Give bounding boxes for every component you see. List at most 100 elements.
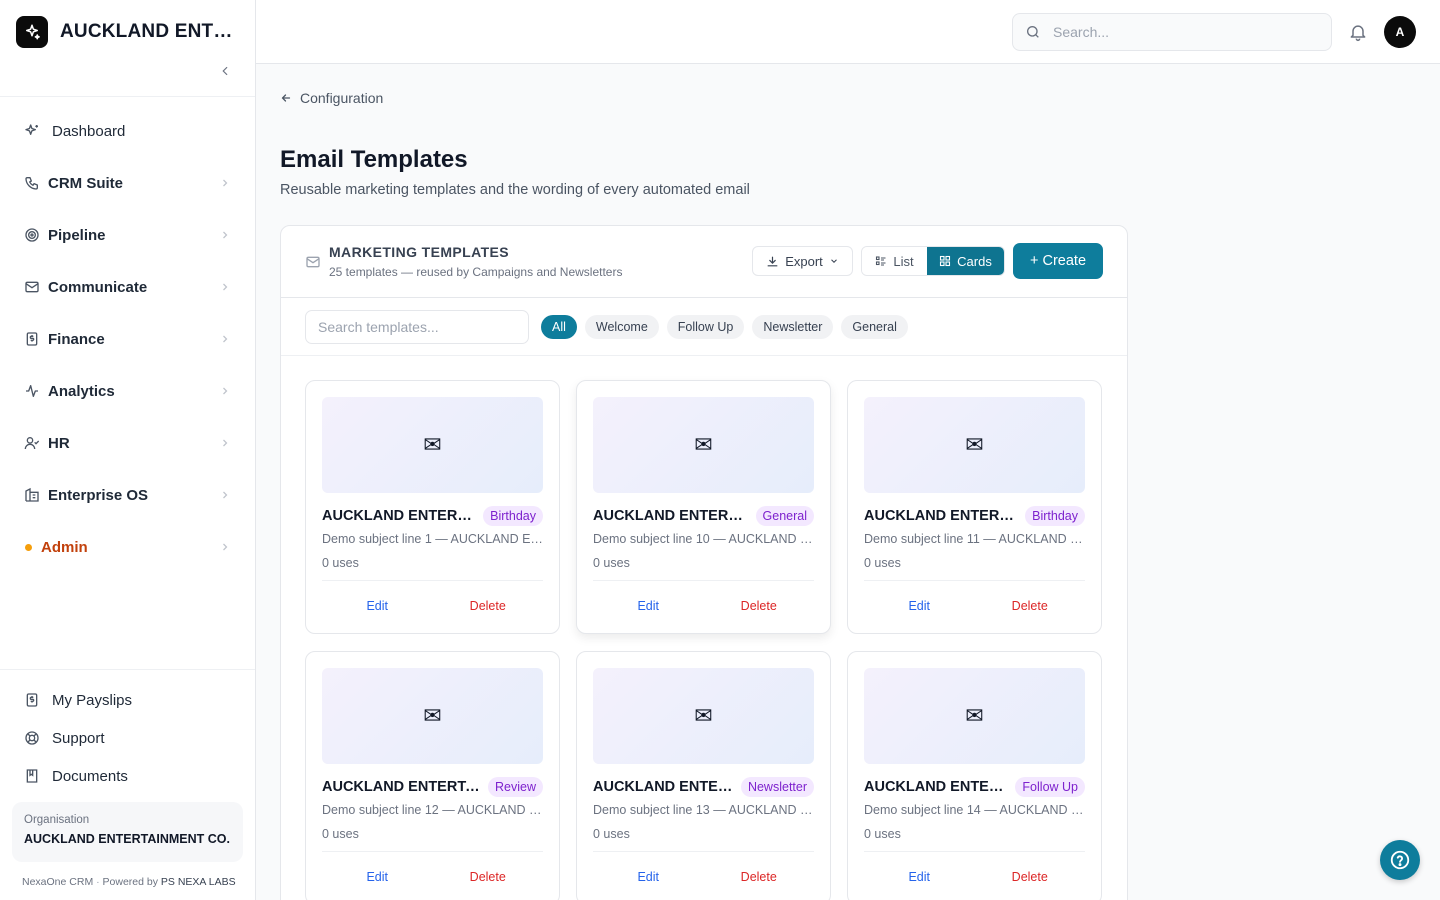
template-subject: Demo subject line 1 — AUCKLAND ENTERTAIN… bbox=[322, 532, 543, 546]
filter-chip-general[interactable]: General bbox=[841, 315, 908, 339]
sidebar-item-analytics[interactable]: Analytics bbox=[12, 365, 243, 417]
sidebar-item-crm-suite[interactable]: CRM Suite bbox=[12, 157, 243, 209]
delete-button[interactable]: Delete bbox=[433, 852, 544, 900]
user-avatar[interactable]: A bbox=[1384, 16, 1416, 48]
sidebar-divider bbox=[0, 669, 255, 670]
collapse-sidebar-chevron-icon[interactable] bbox=[214, 60, 236, 82]
sidebar-bottom-links: My Payslips Support Documents bbox=[12, 681, 243, 795]
sidebar-item-label: HR bbox=[48, 434, 70, 452]
template-card[interactable]: ✉ AUCKLAND ENTERTAINMENT CO. Follow Up D… bbox=[847, 651, 1102, 900]
delete-button[interactable]: Delete bbox=[433, 581, 544, 630]
breadcrumb-label: Configuration bbox=[300, 90, 384, 106]
edit-button[interactable]: Edit bbox=[322, 581, 433, 630]
sidebar-item-label: Enterprise OS bbox=[48, 486, 149, 504]
panel-title: MARKETING TEMPLATES bbox=[329, 244, 510, 260]
life-buoy-icon bbox=[24, 730, 40, 746]
template-subject: Demo subject line 14 — AUCKLAND ENTERTAI… bbox=[864, 803, 1085, 817]
card-actions: Edit Delete bbox=[864, 851, 1085, 900]
chevron-down-icon bbox=[829, 256, 839, 266]
filter-chips: All Welcome Follow Up Newsletter General bbox=[541, 315, 908, 339]
edit-button[interactable]: Edit bbox=[593, 852, 704, 900]
chevron-right-icon bbox=[219, 385, 231, 397]
organisation-switcher[interactable]: Organisation AUCKLAND ENTERTAINMENT CO. bbox=[12, 802, 243, 862]
arrow-left-icon bbox=[280, 92, 292, 104]
grid-icon bbox=[939, 255, 951, 267]
card-actions: Edit Delete bbox=[864, 580, 1085, 630]
payslip-icon bbox=[24, 692, 40, 708]
chevron-right-icon bbox=[219, 437, 231, 449]
sidebar-link-support[interactable]: Support bbox=[12, 719, 243, 757]
template-name: AUCKLAND ENTERTAINMENT CO. bbox=[322, 508, 476, 524]
powered-by-footer: NexaOne CRM · Powered by PS NEXA LABS bbox=[22, 876, 236, 888]
building-icon bbox=[24, 487, 40, 503]
sidebar-item-enterprise-os[interactable]: Enterprise OS bbox=[12, 469, 243, 521]
brand[interactable]: AUCKLAND ENTERTAINMENT CO. bbox=[16, 16, 240, 48]
company-name: PS NEXA LABS bbox=[160, 876, 236, 888]
filter-chip-newsletter[interactable]: Newsletter bbox=[752, 315, 834, 339]
category-badge: General bbox=[755, 506, 814, 526]
template-card[interactable]: ✉ AUCKLAND ENTERTAINMENT CO. Newsletter … bbox=[576, 651, 831, 900]
global-search[interactable] bbox=[1012, 13, 1332, 51]
delete-button[interactable]: Delete bbox=[975, 852, 1086, 900]
template-name: AUCKLAND ENTERTAINMENT CO. bbox=[864, 779, 1008, 795]
sidebar-divider bbox=[0, 96, 255, 97]
mail-icon bbox=[24, 279, 40, 295]
template-uses: 0 uses bbox=[322, 556, 359, 570]
receipt-icon bbox=[24, 331, 40, 347]
search-input[interactable] bbox=[1053, 24, 1313, 40]
template-card[interactable]: ✉ AUCKLAND ENTERTAINMENT CO. Birthday De… bbox=[305, 380, 560, 634]
sidebar-item-pipeline[interactable]: Pipeline bbox=[12, 209, 243, 261]
sidebar-item-dashboard[interactable]: Dashboard bbox=[12, 105, 243, 157]
filter-chip-all[interactable]: All bbox=[541, 315, 577, 339]
edit-button[interactable]: Edit bbox=[322, 852, 433, 900]
mail-icon bbox=[305, 254, 321, 270]
template-subject: Demo subject line 13 — AUCKLAND ENTERTAI… bbox=[593, 803, 814, 817]
delete-button[interactable]: Delete bbox=[975, 581, 1086, 630]
edit-button[interactable]: Edit bbox=[864, 852, 975, 900]
export-button[interactable]: Export bbox=[752, 246, 853, 276]
filter-chip-welcome[interactable]: Welcome bbox=[584, 315, 659, 339]
sidebar-link-documents[interactable]: Documents bbox=[12, 757, 243, 795]
activity-icon bbox=[24, 383, 40, 399]
list-view-button[interactable]: List bbox=[862, 247, 927, 275]
chevron-right-icon bbox=[219, 177, 231, 189]
panel-header: MARKETING TEMPLATES 25 templates — reuse… bbox=[281, 226, 1127, 298]
card-actions: Edit Delete bbox=[322, 580, 543, 630]
template-card[interactable]: ✉ AUCKLAND ENTERTAINMENT CO. Birthday De… bbox=[847, 380, 1102, 634]
help-icon[interactable] bbox=[1380, 840, 1420, 880]
edit-button[interactable]: Edit bbox=[864, 581, 975, 630]
sidebar-item-admin[interactable]: Admin bbox=[12, 521, 243, 573]
topbar: A bbox=[256, 0, 1440, 64]
sparkles-icon bbox=[24, 123, 40, 139]
sidebar-item-label: CRM Suite bbox=[48, 174, 123, 192]
sidebar-item-communicate[interactable]: Communicate bbox=[12, 261, 243, 313]
phone-icon bbox=[24, 175, 40, 191]
sidebar-item-label: Finance bbox=[48, 330, 105, 348]
sidebar-item-finance[interactable]: Finance bbox=[12, 313, 243, 365]
delete-button[interactable]: Delete bbox=[704, 852, 815, 900]
filter-chip-follow-up[interactable]: Follow Up bbox=[666, 315, 745, 339]
bell-icon[interactable] bbox=[1348, 22, 1368, 42]
target-icon bbox=[24, 227, 40, 243]
back-to-configuration-link[interactable]: Configuration bbox=[280, 90, 383, 106]
edit-button[interactable]: Edit bbox=[593, 581, 704, 630]
list-icon bbox=[875, 255, 887, 267]
template-card[interactable]: ✉ AUCKLAND ENTERTAINMENT CO. Review Demo… bbox=[305, 651, 560, 900]
cards-view-button[interactable]: Cards bbox=[927, 247, 1004, 275]
sidebar-link-my-payslips[interactable]: My Payslips bbox=[12, 681, 243, 719]
delete-button[interactable]: Delete bbox=[704, 581, 815, 630]
envelope-icon: ✉ bbox=[593, 668, 814, 764]
sidebar-item-hr[interactable]: HR bbox=[12, 417, 243, 469]
template-card[interactable]: ✉ AUCKLAND ENTERTAINMENT CO. General Dem… bbox=[576, 380, 831, 634]
create-template-button[interactable]: + Create bbox=[1013, 243, 1103, 279]
chevron-right-icon bbox=[219, 489, 231, 501]
template-subject: Demo subject line 12 — AUCKLAND ENTERTAI… bbox=[322, 803, 543, 817]
card-actions: Edit Delete bbox=[322, 851, 543, 900]
category-badge: Review bbox=[488, 777, 543, 797]
template-uses: 0 uses bbox=[593, 556, 630, 570]
template-search-input[interactable] bbox=[305, 310, 529, 344]
list-label: List bbox=[893, 253, 914, 269]
card-actions: Edit Delete bbox=[593, 580, 814, 630]
chevron-right-icon bbox=[219, 333, 231, 345]
sidebar-item-label: Analytics bbox=[48, 382, 115, 400]
